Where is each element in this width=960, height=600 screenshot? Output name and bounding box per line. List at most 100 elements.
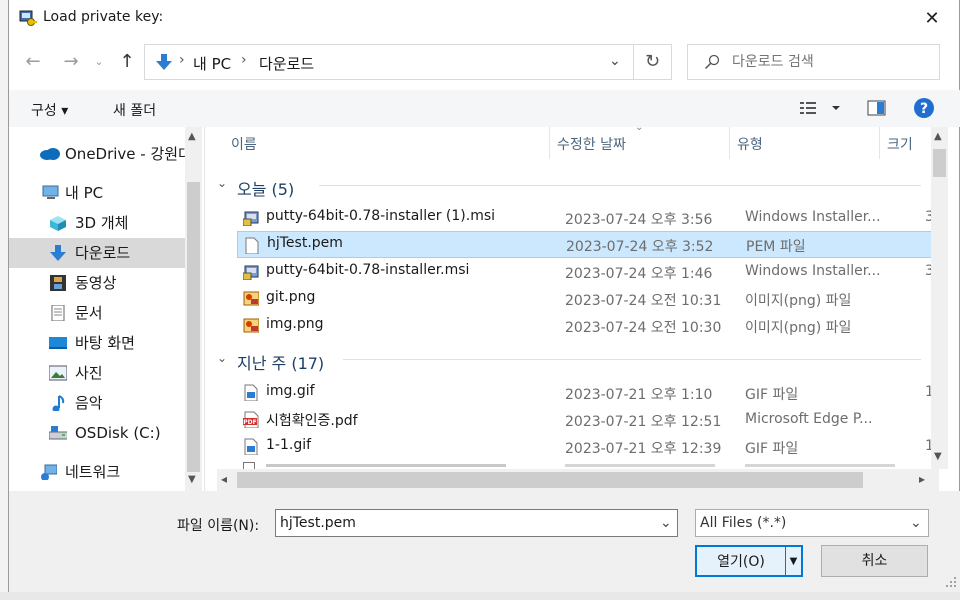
- sidebar-item-label: 바탕 화면: [75, 334, 135, 352]
- preview-pane-icon[interactable]: [867, 100, 887, 116]
- truncated-text: [266, 464, 506, 467]
- putty-key-icon: [19, 10, 37, 26]
- music-icon: [52, 395, 65, 411]
- filename-input[interactable]: hjTest.pem ⌄: [275, 509, 678, 537]
- file-type-filter-select[interactable]: All Files (*.*) ⌄: [695, 509, 929, 537]
- sidebar-scrollbar[interactable]: ▲ ▼: [185, 127, 202, 491]
- file-type: PEM 파일: [746, 239, 806, 255]
- column-header-size[interactable]: 크기: [887, 134, 913, 154]
- pdf-file-icon: PDF: [243, 411, 259, 428]
- file-row-selected[interactable]: hjTest.pem 2023-07-24 오후 3:52 PEM 파일: [237, 231, 939, 258]
- file-row-partial[interactable]: [237, 462, 939, 469]
- file-list-horizontal-scrollbar[interactable]: ◂ ▸: [217, 469, 939, 491]
- truncated-text: [565, 464, 715, 467]
- film-icon: [50, 275, 66, 291]
- open-button[interactable]: 열기(O): [695, 545, 787, 577]
- recent-locations-chevron-icon[interactable]: ⌄: [89, 48, 109, 76]
- close-button[interactable]: ✕: [919, 6, 945, 32]
- sidebar-item-pictures[interactable]: 사진: [9, 358, 187, 388]
- scroll-down-arrow-icon[interactable]: ▼: [188, 474, 196, 485]
- forward-button[interactable]: →: [57, 48, 85, 76]
- file-row[interactable]: git.png 2023-07-24 오전 10:31 이미지(png) 파일: [237, 285, 939, 312]
- help-icon[interactable]: ?: [913, 97, 935, 119]
- scroll-up-arrow-icon[interactable]: ▲: [934, 131, 942, 142]
- scroll-thumb[interactable]: [187, 182, 200, 472]
- sidebar-item-label: 음악: [75, 394, 103, 412]
- file-row[interactable]: putty-64bit-0.78-installer (1).msi 2023-…: [237, 204, 947, 231]
- file-row[interactable]: 1-1.gif 2023-07-21 오후 12:39 GIF 파일 1,2: [237, 433, 947, 460]
- file-list-vertical-scrollbar[interactable]: ▲ ▼: [931, 127, 948, 469]
- sidebar-item-label: OneDrive - 강원대: [65, 145, 192, 163]
- scroll-left-arrow-icon[interactable]: ◂: [221, 472, 227, 486]
- address-history-chevron-icon[interactable]: ⌄: [609, 53, 621, 69]
- file-name: 시험확인증.pdf: [266, 413, 358, 429]
- background-window-edge-bottom: [0, 592, 960, 600]
- breadcrumb-this-pc[interactable]: 내 PC: [193, 53, 231, 74]
- file-type-filter-value: All Files (*.*): [700, 515, 787, 531]
- sidebar-item-label: 문서: [75, 304, 103, 322]
- breadcrumb-downloads[interactable]: 다운로드: [259, 53, 314, 74]
- file-name: putty-64bit-0.78-installer (1).msi: [266, 208, 496, 224]
- download-arrow-icon: [156, 54, 172, 70]
- image-file-icon: [243, 291, 259, 306]
- file-row[interactable]: img.png 2023-07-24 오전 10:30 이미지(png) 파일: [237, 312, 939, 339]
- scroll-thumb[interactable]: [237, 472, 863, 488]
- blank-file-icon: [245, 237, 259, 254]
- sidebar-item-onedrive[interactable]: OneDrive - 강원대: [9, 139, 192, 169]
- sidebar-item-documents[interactable]: 문서: [9, 298, 187, 328]
- scroll-down-arrow-icon[interactable]: ▼: [934, 451, 942, 462]
- column-divider[interactable]: [879, 127, 880, 159]
- sidebar-item-desktop[interactable]: 바탕 화면: [9, 328, 187, 358]
- sidebar-item-music[interactable]: 음악: [9, 388, 187, 418]
- svg-text:?: ?: [920, 101, 928, 117]
- column-header-name[interactable]: 이름: [231, 134, 257, 154]
- organize-button[interactable]: 구성 ▾: [31, 100, 68, 120]
- back-button[interactable]: ←: [19, 48, 47, 76]
- file-name: img.gif: [266, 383, 315, 399]
- new-folder-button[interactable]: 새 폴더: [113, 100, 156, 120]
- address-bar[interactable]: › 내 PC › 다운로드 ⌄: [144, 44, 634, 80]
- file-row[interactable]: putty-64bit-0.78-installer.msi 2023-07-2…: [237, 258, 947, 285]
- sidebar-item-videos[interactable]: 동영상: [9, 268, 187, 298]
- scroll-thumb[interactable]: [933, 149, 946, 177]
- open-options-dropdown-button[interactable]: ▼: [785, 545, 803, 577]
- group-collapse-chevron-icon[interactable]: ⌄: [217, 351, 227, 365]
- column-header-type[interactable]: 유형: [737, 134, 763, 154]
- filename-history-chevron-icon[interactable]: ⌄: [660, 510, 672, 536]
- filter-dropdown-chevron-icon[interactable]: ⌄: [910, 510, 922, 536]
- cancel-button[interactable]: 취소: [821, 545, 928, 577]
- scroll-right-arrow-icon[interactable]: ▸: [919, 472, 925, 486]
- resize-grip-icon[interactable]: [945, 576, 957, 588]
- drive-icon: [49, 426, 67, 440]
- file-type: 이미지(png) 파일: [745, 320, 852, 336]
- column-divider[interactable]: [729, 127, 730, 159]
- up-button[interactable]: ↑: [113, 48, 141, 76]
- search-input[interactable]: [732, 51, 932, 73]
- file-name: img.png: [266, 316, 324, 332]
- column-header-date[interactable]: 수정한 날짜: [557, 134, 626, 154]
- breadcrumb-separator: ›: [179, 52, 185, 68]
- navigation-pane: OneDrive - 강원대 내 PC 3D 개체 다운로드 동영상 문서 바탕…: [9, 127, 204, 491]
- file-date: 2023-07-21 오후 12:39: [565, 441, 722, 457]
- sidebar-item-osdisk[interactable]: OSDisk (C:): [9, 418, 187, 448]
- file-date: 2023-07-21 오후 12:51: [565, 414, 722, 430]
- group-header-last-week[interactable]: 지난 주 (17): [237, 350, 324, 374]
- sidebar-item-network[interactable]: 네트워크: [9, 457, 187, 487]
- search-box[interactable]: [687, 44, 940, 80]
- download-arrow-icon: [50, 245, 66, 261]
- file-row[interactable]: img.gif 2023-07-21 오후 1:10 GIF 파일 1,9: [237, 379, 947, 406]
- column-divider[interactable]: [549, 127, 550, 159]
- filename-value: hjTest.pem: [280, 515, 356, 531]
- file-type: 이미지(png) 파일: [745, 293, 852, 309]
- sidebar-item-downloads[interactable]: 다운로드: [9, 238, 187, 268]
- refresh-button[interactable]: ↻: [634, 44, 672, 80]
- sidebar-item-this-pc[interactable]: 내 PC: [9, 178, 187, 208]
- sidebar-item-3d-objects[interactable]: 3D 개체: [9, 208, 187, 238]
- view-options-icon[interactable]: [799, 100, 845, 116]
- file-row[interactable]: PDF 시험확인증.pdf 2023-07-21 오후 12:51 Micros…: [237, 406, 944, 433]
- group-collapse-chevron-icon[interactable]: ⌄: [217, 176, 227, 190]
- document-icon: [51, 305, 65, 321]
- scroll-up-arrow-icon[interactable]: ▲: [188, 131, 196, 142]
- group-header-today[interactable]: 오늘 (5): [237, 176, 294, 200]
- file-date: 2023-07-24 오후 3:56: [565, 212, 713, 228]
